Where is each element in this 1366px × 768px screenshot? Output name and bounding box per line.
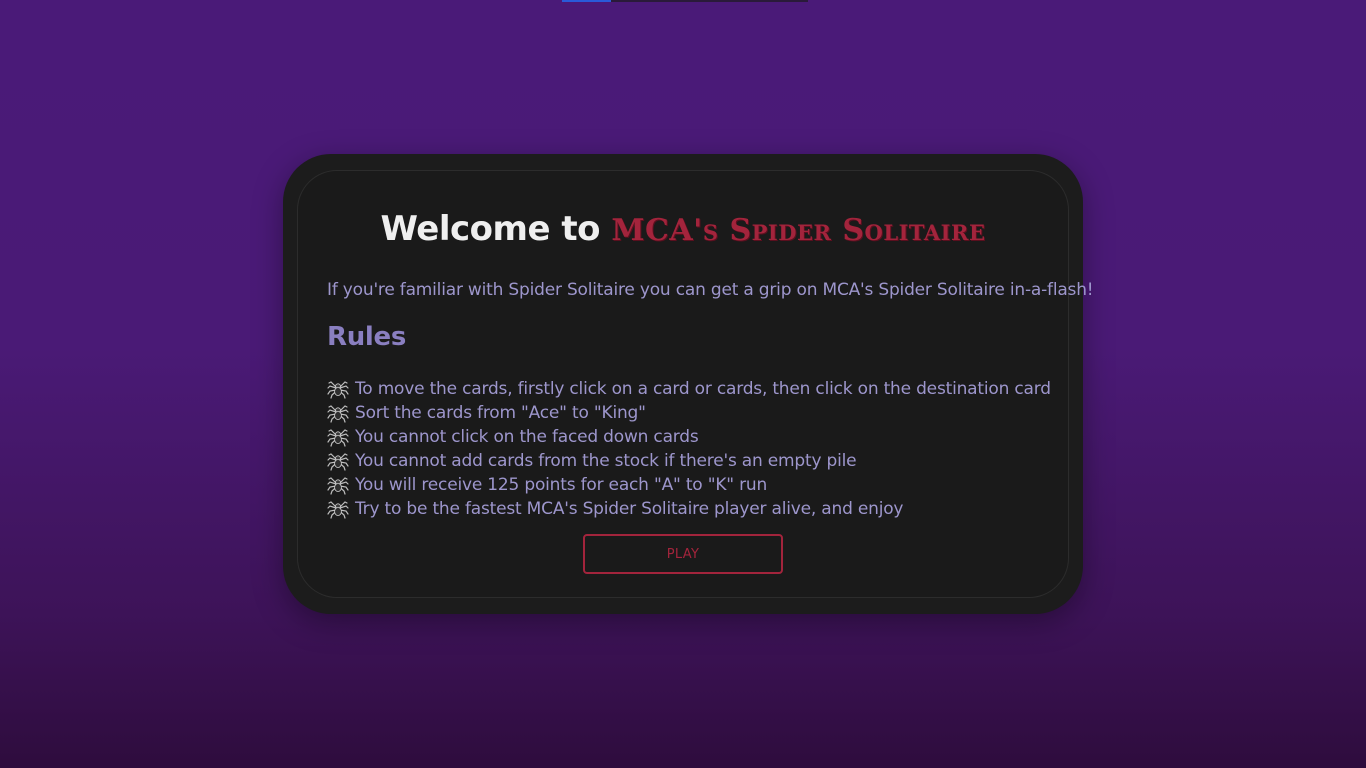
rule-text: Sort the cards from "Ace" to "King" <box>355 403 646 423</box>
rule-item: You cannot add cards from the stock if t… <box>327 449 1051 473</box>
rule-text: You cannot add cards from the stock if t… <box>355 451 857 471</box>
top-progress-bar <box>562 0 808 2</box>
welcome-dialog: Welcome to MCA's Spider Solitaire If you… <box>283 154 1094 614</box>
spider-icon <box>327 475 349 495</box>
spider-icon <box>327 403 349 423</box>
intro-text: If you're familiar with Spider Solitaire… <box>327 280 1094 300</box>
rule-text: You cannot click on the faced down cards <box>355 427 699 447</box>
rules-heading: Rules <box>327 322 407 352</box>
spider-icon <box>327 451 349 471</box>
rule-item: You cannot click on the faced down cards <box>327 425 1051 449</box>
rule-item: To move the cards, firstly click on a ca… <box>327 377 1051 401</box>
rules-list: To move the cards, firstly click on a ca… <box>327 377 1051 521</box>
rule-item: You will receive 125 points for each "A"… <box>327 473 1051 497</box>
welcome-title-prefix: Welcome to <box>380 209 601 249</box>
brand-name: MCA's Spider Solitaire <box>611 213 986 248</box>
page-background: { "top_progress": { "fill_fraction": 0.2… <box>0 0 1366 768</box>
spider-icon <box>327 499 349 519</box>
top-progress-fill <box>562 0 612 2</box>
rule-item: Try to be the fastest MCA's Spider Solit… <box>327 497 1051 521</box>
rule-text: Try to be the fastest MCA's Spider Solit… <box>355 499 904 519</box>
spider-icon <box>327 427 349 447</box>
rule-text: To move the cards, firstly click on a ca… <box>355 379 1051 399</box>
spider-icon <box>327 379 349 399</box>
rule-item: Sort the cards from "Ace" to "King" <box>327 401 1051 425</box>
welcome-title: Welcome to MCA's Spider Solitaire <box>298 209 1068 249</box>
rule-text: You will receive 125 points for each "A"… <box>355 475 768 495</box>
play-button[interactable]: PLAY <box>583 534 783 574</box>
welcome-dialog-inner: Welcome to MCA's Spider Solitaire If you… <box>297 170 1094 598</box>
